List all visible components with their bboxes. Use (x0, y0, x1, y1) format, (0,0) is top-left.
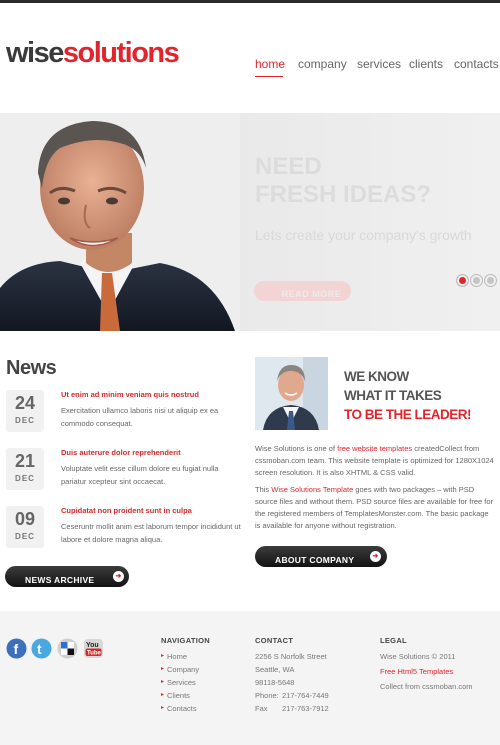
footer-nav-label: Company (167, 665, 200, 674)
news-day: 21 (14, 451, 36, 471)
news-headline[interactable]: Ut enim ad minim veniam quis nostrud (61, 390, 199, 399)
nav-home[interactable]: home (255, 57, 285, 71)
bullet-icon: ▸ (161, 666, 165, 672)
footer-nav-label: Contacts (167, 704, 197, 713)
facebook-icon[interactable]: f (6, 638, 27, 659)
businessman-photo (0, 113, 240, 331)
bullet-icon: ▸ (161, 705, 165, 711)
nav-company[interactable]: company (298, 57, 347, 71)
header: wisesolutions home company services clie… (0, 3, 500, 113)
about-p2-text-a: This (255, 485, 272, 494)
footer-nav-clients[interactable]: ▸ Clients (161, 689, 199, 702)
svg-text:Tube: Tube (87, 651, 102, 657)
zip-code: 98118-5648 (255, 678, 295, 687)
slider-dot-1[interactable] (457, 275, 468, 286)
slider-dot-2[interactable] (471, 275, 482, 286)
about-paragraph-2: This Wise Solutions Template goes with t… (255, 484, 495, 532)
address-line2: Seattle, WA (255, 665, 295, 674)
footer-contact-title: CONTACT (255, 636, 294, 645)
news-text: Ceseruntr mollit anim est laborum tempor… (61, 522, 241, 544)
news-text: Voluptate velit esse cillum dolore eu fu… (61, 464, 219, 486)
news-item: 09 DEC Cupidatat non proident sunt in cul… (6, 506, 241, 551)
arrow-right-icon: ➜ (370, 551, 381, 562)
nav-active-underline (255, 76, 283, 77)
footer-nav-company[interactable]: ▸ Company (161, 663, 199, 676)
copyright-text: Wise Solutions © 2011 (380, 652, 456, 661)
template-link[interactable]: Wise Solutions Template (271, 485, 353, 494)
hero-slider: NEED FRESH IDEAS? Lets create your compan… (0, 113, 500, 331)
about-paragraph-1: Wise Solutions is one of free website te… (255, 443, 495, 479)
footer-nav-home[interactable]: ▸ Home (161, 650, 199, 663)
phone-value: 217-764-7449 (282, 691, 329, 700)
news-day: 09 (14, 509, 36, 529)
twitter-icon[interactable]: t (31, 638, 52, 659)
news-headline[interactable]: Duis auterure dolor reprehenderit (61, 448, 181, 457)
arrow-right-icon: ➜ (113, 571, 124, 582)
fax-label: Fax (255, 704, 268, 713)
about-company-button[interactable]: ABOUT COMPANY ➜ (255, 546, 387, 567)
slide-heading: NEED FRESH IDEAS? (255, 153, 431, 208)
news-item: 21 DEC Duis auterure dolor reprehenderit … (6, 448, 241, 493)
nav-services[interactable]: services (357, 57, 401, 71)
free-templates-link[interactable]: free website templates (337, 444, 412, 453)
footer-legal-title: LEGAL (380, 636, 407, 645)
footer-navigation-title: NAVIGATION (161, 636, 210, 645)
news-archive-button[interactable]: NEWS ARCHIVE ➜ (5, 566, 129, 587)
read-more-button[interactable]: READ MORE (254, 281, 351, 301)
phone-label: Phone: (255, 691, 279, 700)
leader-line3: TO BE THE LEADER! (344, 407, 472, 422)
svg-text:t: t (37, 641, 42, 657)
bullet-icon: ▸ (161, 692, 165, 698)
news-text: Exercitation ullamco laboris nisi ut ali… (61, 406, 219, 428)
address-line1: 2256 S Norfolk Street (255, 652, 327, 661)
leader-line2: WHAT IT TAKES (344, 388, 442, 403)
news-item: 24 DEC Ut enim ad minim veniam quis nostr… (6, 390, 241, 435)
leader-heading: WE KNOW WHAT IT TAKES TO BE THE LEADER! (344, 367, 472, 424)
slide-heading-line2: FRESH IDEAS? (255, 180, 432, 208)
news-day: 24 (14, 393, 36, 413)
news-date: 09 DEC (6, 506, 44, 548)
main-nav: home company services clients contacts (0, 57, 500, 77)
leader-line1: WE KNOW (344, 369, 409, 384)
news-archive-label: NEWS ARCHIVE (25, 574, 95, 585)
leader-photo (255, 357, 328, 430)
slide-heading-line1: NEED (255, 153, 322, 180)
youtube-icon[interactable]: You Tube (83, 638, 104, 659)
delicious-icon[interactable] (57, 638, 78, 659)
footer-nav-services[interactable]: ▸ Services (161, 676, 199, 689)
nav-contacts[interactable]: contacts (454, 57, 499, 71)
footer-nav-label: Clients (167, 691, 190, 700)
svg-text:You: You (86, 642, 99, 649)
bullet-icon: ▸ (161, 679, 165, 685)
about-company-label: ABOUT COMPANY (275, 554, 355, 565)
fax-value: 217-763-7912 (282, 704, 329, 713)
news-title: News (6, 357, 57, 379)
footer-nav-label: Services (167, 678, 196, 687)
footer-nav-list: ▸ Home ▸ Company ▸ Services ▸ Clients ▸ Conta… (161, 650, 199, 715)
free-templates-footer-link[interactable]: Free Html5 Templates (380, 665, 453, 678)
slider-dot-3[interactable] (485, 275, 496, 286)
news-month: DEC (15, 532, 35, 541)
footer-nav-label: Home (167, 652, 188, 661)
about-p1-text-a: Wise Solutions is one of (255, 444, 338, 453)
news-month: DEC (15, 474, 35, 483)
slide-subheading: Lets create your company's growth (255, 227, 472, 243)
news-month: DEC (15, 416, 35, 425)
collect-text: Collect from cssmoban.com (380, 682, 473, 691)
svg-text:f: f (14, 641, 19, 657)
bullet-icon: ▸ (161, 653, 165, 659)
footer-nav-contacts[interactable]: ▸ Contacts (161, 702, 199, 715)
footer (0, 611, 500, 745)
nav-clients[interactable]: clients (409, 57, 443, 71)
news-date: 24 DEC (6, 390, 44, 432)
news-date: 21 DEC (6, 448, 44, 490)
news-headline[interactable]: Cupidatat non proident sunt in culpa (61, 506, 192, 515)
